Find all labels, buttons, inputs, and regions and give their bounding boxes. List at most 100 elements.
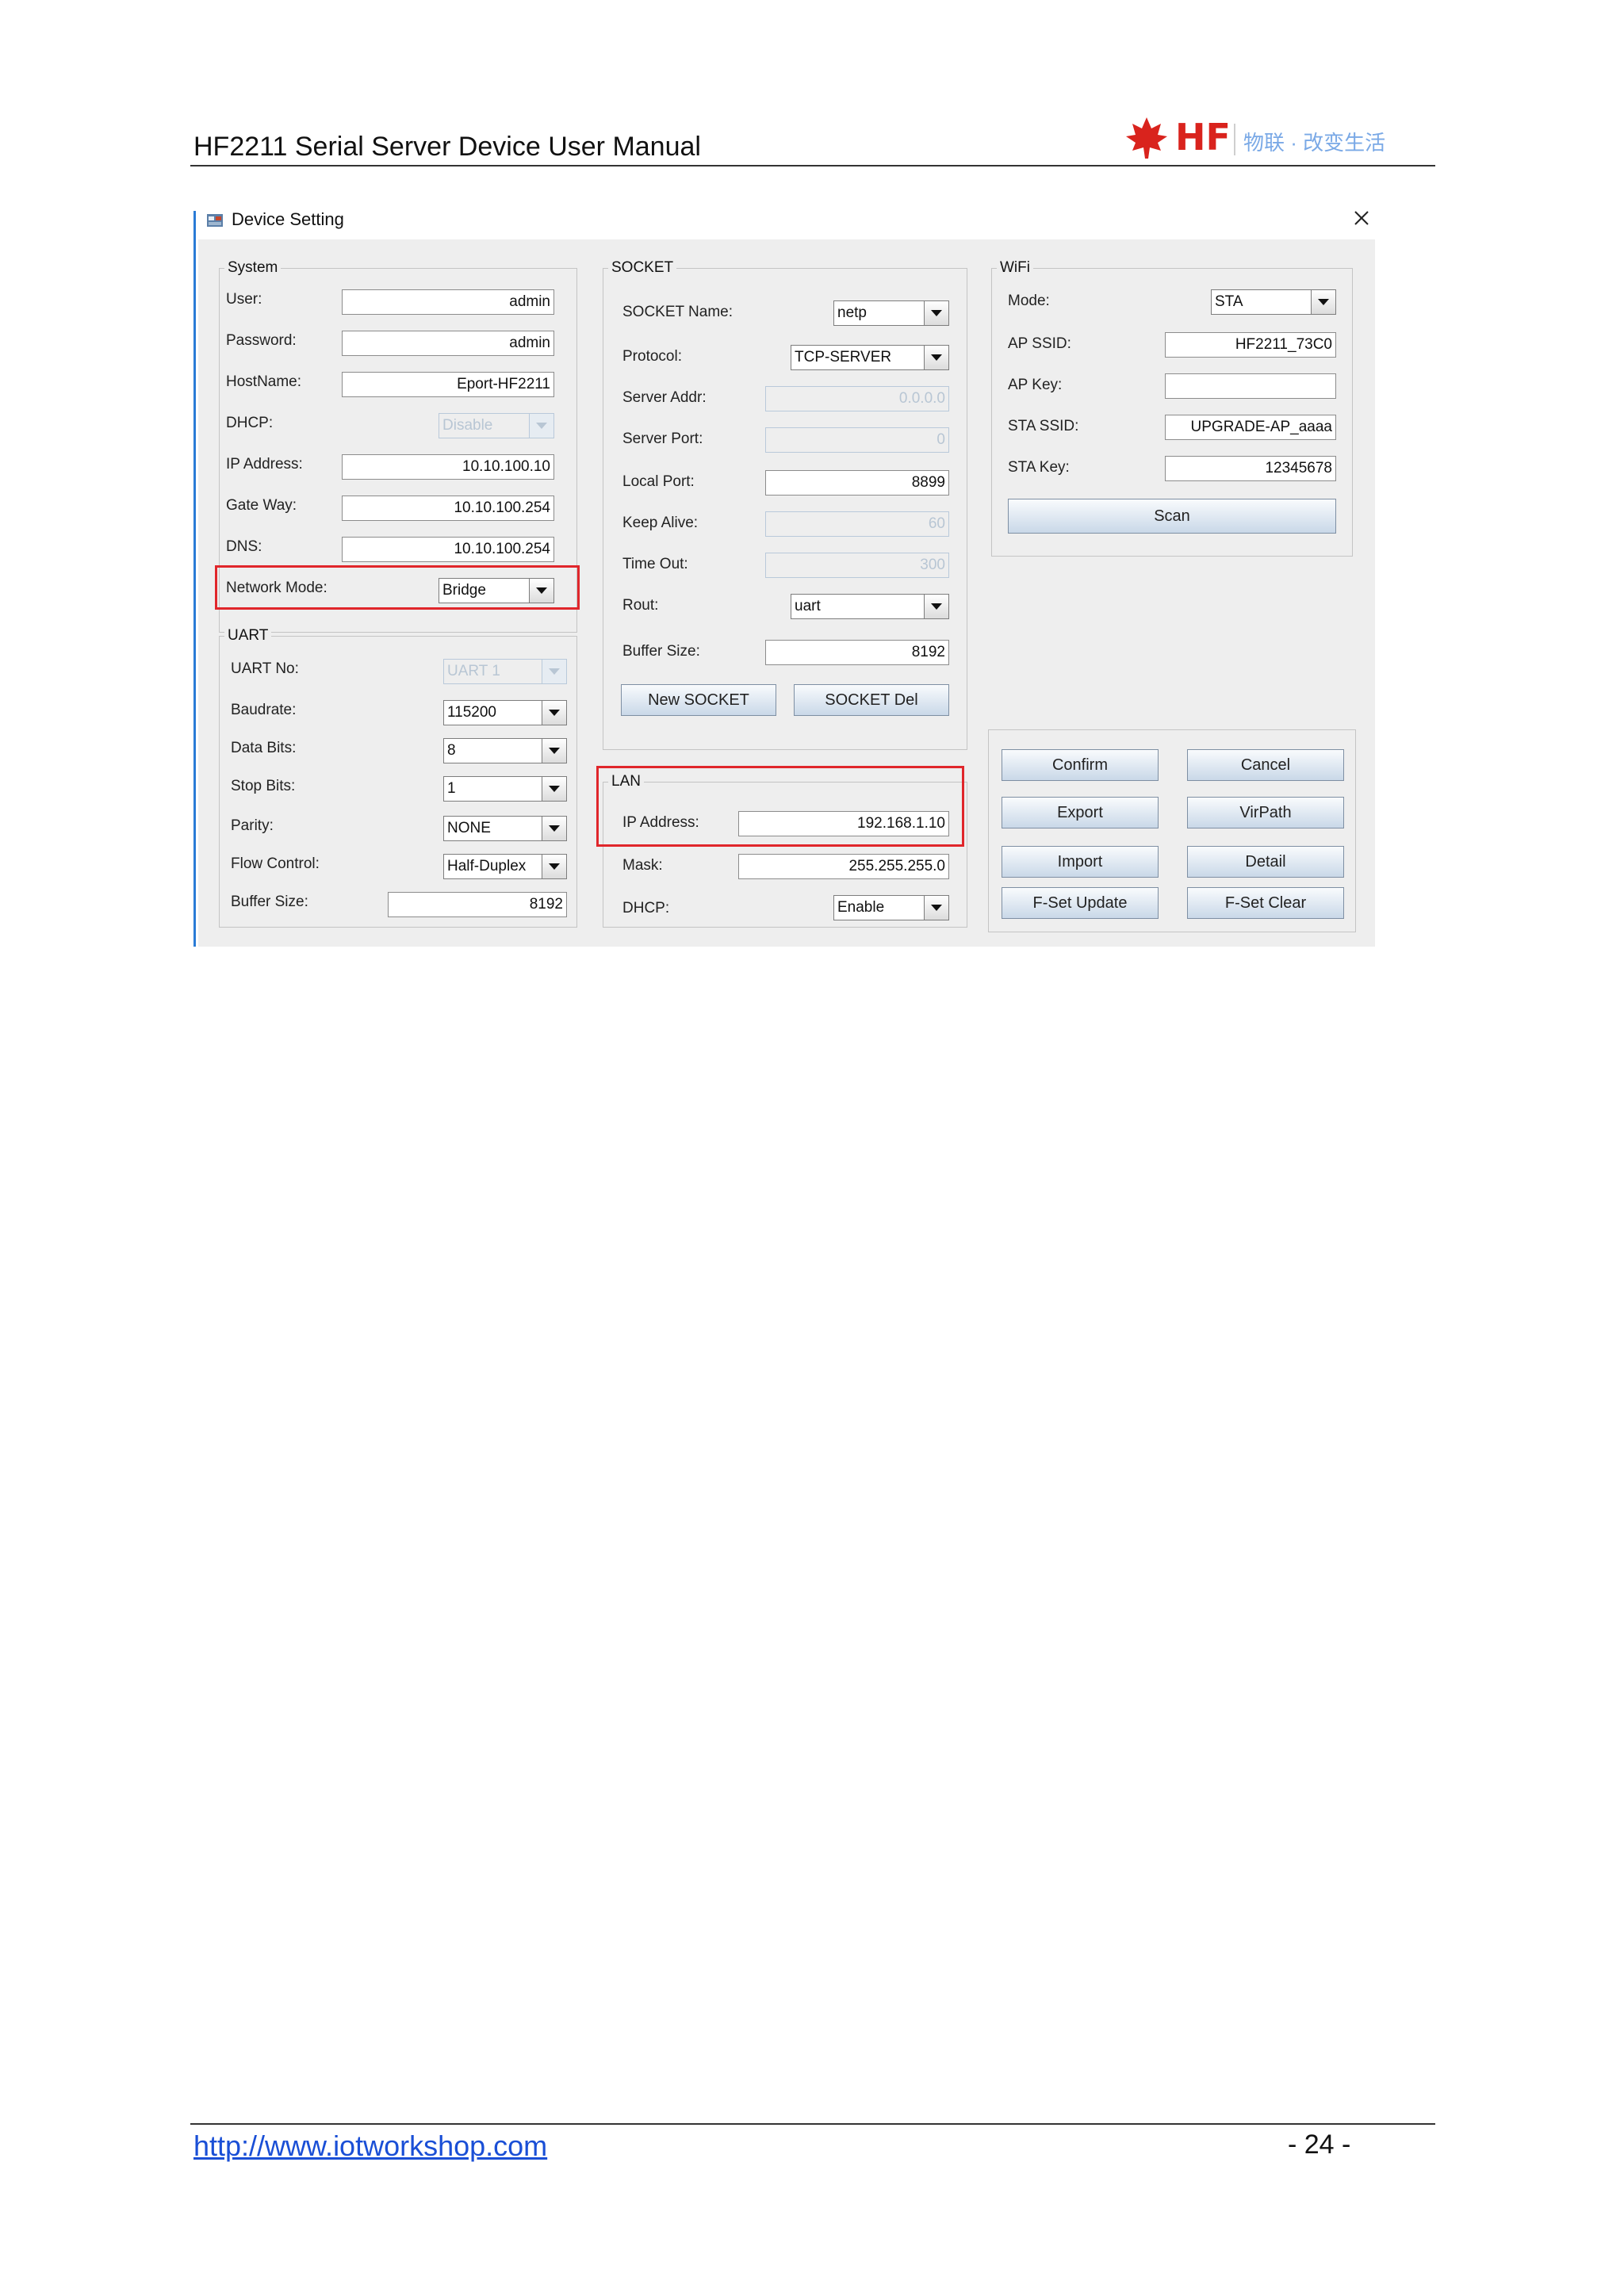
time-out-label: Time Out: — [622, 556, 688, 572]
website-link[interactable]: http://www.iotworkshop.com — [193, 2130, 547, 2163]
virpath-button[interactable]: VirPath — [1187, 797, 1344, 828]
scan-button[interactable]: Scan — [1008, 499, 1336, 534]
local-port-input[interactable]: 8899 — [765, 470, 949, 496]
window-accent-border — [193, 211, 196, 947]
sta-key-input[interactable]: 12345678 — [1165, 456, 1336, 481]
chevron-down-icon[interactable] — [542, 777, 566, 801]
dhcp-select: Disable — [439, 413, 554, 438]
stop-bits-select[interactable]: 1 — [443, 776, 567, 802]
flow-control-label: Flow Control: — [231, 855, 320, 872]
socket-del-button[interactable]: SOCKET Del — [794, 684, 949, 716]
uart-buffer-size-input[interactable]: 8192 — [388, 892, 567, 917]
new-socket-button[interactable]: New SOCKET — [621, 684, 776, 716]
parity-select[interactable]: NONE — [443, 816, 567, 841]
lan-dhcp-select[interactable]: Enable — [833, 895, 949, 920]
ap-key-input[interactable] — [1165, 373, 1336, 399]
import-button[interactable]: Import — [1002, 846, 1159, 878]
actions-group: Confirm Cancel Export VirPath Import Det… — [988, 729, 1356, 932]
protocol-value: TCP-SERVER — [795, 349, 892, 365]
protocol-select[interactable]: TCP-SERVER — [791, 345, 949, 370]
rout-select[interactable]: uart — [791, 594, 949, 619]
device-setting-dialog: Device Setting System User: admin Passwo… — [193, 201, 1375, 947]
password-label: Password: — [226, 332, 297, 349]
mask-label: Mask: — [622, 857, 663, 874]
protocol-label: Protocol: — [622, 348, 682, 365]
password-input[interactable]: admin — [342, 331, 554, 356]
data-bits-value: 8 — [447, 742, 456, 759]
wifi-mode-value: STA — [1215, 293, 1243, 310]
parity-label: Parity: — [231, 817, 274, 834]
baudrate-select[interactable]: 115200 — [443, 700, 567, 725]
gateway-input[interactable]: 10.10.100.254 — [342, 496, 554, 521]
ap-ssid-input[interactable]: HF2211_73C0 — [1165, 332, 1336, 358]
ip-address-label: IP Address: — [226, 456, 303, 473]
wifi-mode-label: Mode: — [1008, 293, 1050, 309]
chevron-down-icon[interactable] — [924, 595, 948, 618]
chevron-down-icon[interactable] — [924, 301, 948, 325]
fset-clear-button[interactable]: F-Set Clear — [1187, 887, 1344, 919]
data-bits-label: Data Bits: — [231, 740, 297, 756]
chevron-down-icon[interactable] — [542, 855, 566, 878]
chevron-down-icon[interactable] — [542, 701, 566, 725]
ap-key-label: AP Key: — [1008, 377, 1063, 393]
baudrate-label: Baudrate: — [231, 702, 297, 718]
stop-bits-value: 1 — [447, 780, 456, 797]
hf-logo: HF 物联 · 改变生活 — [1123, 113, 1400, 165]
data-bits-select[interactable]: 8 — [443, 738, 567, 763]
cancel-button[interactable]: Cancel — [1187, 749, 1344, 781]
close-icon[interactable] — [1350, 206, 1373, 230]
hostname-label: HostName: — [226, 373, 302, 390]
chevron-down-icon[interactable] — [542, 739, 566, 763]
document-title: HF2211 Serial Server Device User Manual — [193, 132, 701, 162]
fset-update-button[interactable]: F-Set Update — [1002, 887, 1159, 919]
detail-button[interactable]: Detail — [1187, 846, 1344, 878]
logo-slogan: 物联 · 改变生活 — [1243, 131, 1386, 155]
socket-buffer-size-input[interactable]: 8192 — [765, 640, 949, 665]
logo-text: HF — [1175, 116, 1231, 159]
dialog-titlebar[interactable]: Device Setting — [198, 201, 1375, 239]
wifi-mode-select[interactable]: STA — [1211, 289, 1336, 315]
dns-input[interactable]: 10.10.100.254 — [342, 537, 554, 562]
server-addr-label: Server Addr: — [622, 389, 707, 406]
server-port-label: Server Port: — [622, 430, 703, 447]
socket-name-value: netp — [837, 304, 867, 321]
sta-ssid-input[interactable]: UPGRADE-AP_aaaa — [1165, 415, 1336, 440]
chevron-down-icon[interactable] — [924, 346, 948, 369]
rout-value: uart — [795, 598, 821, 614]
time-out-input: 300 — [765, 553, 949, 578]
page-number: - 24 - — [1288, 2130, 1351, 2160]
server-port-input: 0 — [765, 427, 949, 453]
socket-name-select[interactable]: netp — [833, 300, 949, 326]
flow-control-select[interactable]: Half-Duplex — [443, 854, 567, 879]
header-rule — [190, 165, 1435, 166]
baudrate-value: 115200 — [447, 704, 496, 721]
network-mode-highlight — [215, 565, 580, 610]
mask-input[interactable]: 255.255.255.0 — [738, 854, 949, 879]
hostname-input[interactable]: Eport-HF2211 — [342, 372, 554, 397]
maple-leaf-icon — [1126, 117, 1167, 159]
uart-buffer-size-label: Buffer Size: — [231, 894, 308, 910]
chevron-down-icon — [529, 414, 553, 438]
dhcp-value: Disable — [442, 417, 493, 434]
user-label: User: — [226, 291, 262, 308]
chevron-down-icon[interactable] — [924, 896, 948, 920]
chevron-down-icon[interactable] — [1311, 290, 1335, 314]
wifi-group: WiFi Mode: STA AP SSID: HF2211_73C0 AP K… — [991, 259, 1353, 557]
uart-group-label: UART — [224, 627, 272, 645]
dns-label: DNS: — [226, 538, 262, 555]
chevron-down-icon[interactable] — [542, 817, 566, 840]
sta-key-label: STA Key: — [1008, 459, 1070, 476]
sta-ssid-label: STA SSID: — [1008, 418, 1079, 434]
user-input[interactable]: admin — [342, 289, 554, 315]
ip-address-input[interactable]: 10.10.100.10 — [342, 454, 554, 480]
local-port-label: Local Port: — [622, 473, 695, 490]
parity-value: NONE — [447, 820, 491, 836]
confirm-button[interactable]: Confirm — [1002, 749, 1159, 781]
uart-no-value: UART 1 — [447, 663, 500, 679]
export-button[interactable]: Export — [1002, 797, 1159, 828]
keep-alive-input: 60 — [765, 511, 949, 537]
system-group: System User: admin Password: admin HostN… — [215, 259, 580, 633]
ap-ssid-label: AP SSID: — [1008, 335, 1071, 352]
socket-group-label: SOCKET — [608, 259, 677, 277]
uart-group: UART UART No: UART 1 Baudrate: 115200 Da… — [219, 627, 577, 928]
